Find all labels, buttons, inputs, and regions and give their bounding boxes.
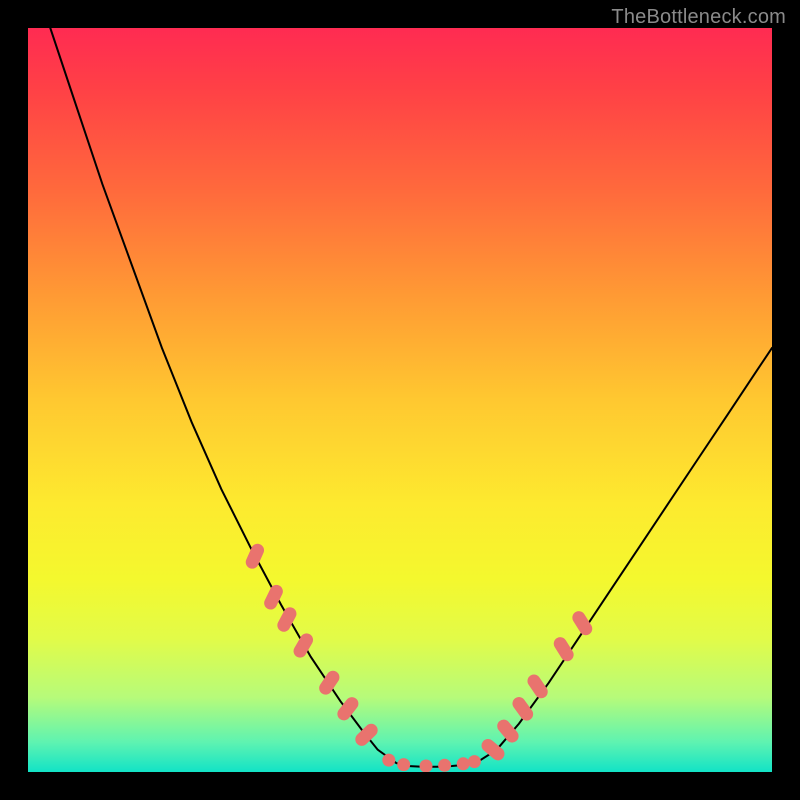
bottleneck-curve (50, 28, 772, 767)
marker-dot (420, 760, 433, 773)
watermark-text: TheBottleneck.com (611, 6, 786, 29)
chart-plot-area (28, 28, 772, 772)
marker-dot (468, 755, 481, 768)
marker-dash (291, 631, 315, 660)
marker-dot (397, 758, 410, 771)
marker-dot (457, 757, 470, 770)
chart-svg (28, 28, 772, 772)
marker-dash (495, 717, 522, 745)
marker-dash (570, 609, 595, 638)
marker-dash (244, 542, 266, 571)
marker-dash (510, 694, 536, 723)
marker-dot (382, 754, 395, 767)
marker-dot (438, 759, 451, 772)
marker-dash (353, 721, 381, 748)
